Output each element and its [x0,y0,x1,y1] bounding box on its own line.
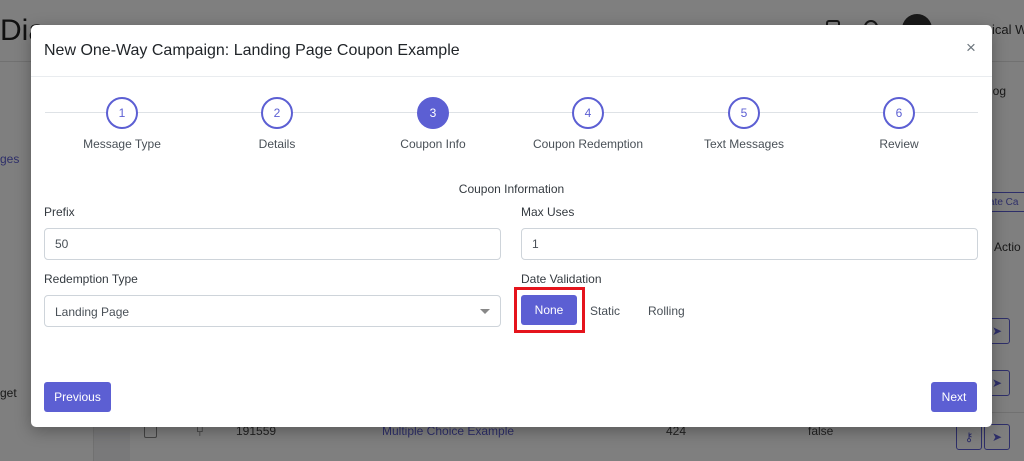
max-uses-label: Max Uses [521,205,575,219]
prefix-label: Prefix [44,205,75,219]
step-number: 6 [883,97,915,129]
chevron-down-icon [480,309,490,314]
date-validation-static-option[interactable]: Static [590,304,620,318]
prefix-input[interactable] [44,228,501,260]
step-coupon-info[interactable]: 3 Coupon Info [363,97,503,157]
step-number: 5 [728,97,760,129]
step-details[interactable]: 2 Details [207,97,347,157]
step-label: Coupon Redemption [532,137,644,151]
step-label: Text Messages [703,137,785,151]
step-review[interactable]: 6 Review [829,97,969,157]
date-validation-label: Date Validation [521,272,602,286]
step-number: 2 [261,97,293,129]
campaign-modal: New One-Way Campaign: Landing Page Coupo… [31,25,992,427]
step-label: Coupon Info [400,137,466,151]
close-icon[interactable]: × [963,38,979,58]
redemption-type-select[interactable]: Landing Page [44,295,501,327]
step-label: Message Type [83,137,161,151]
step-number: 3 [417,97,449,129]
step-message-type[interactable]: 1 Message Type [52,97,192,157]
max-uses-input[interactable] [521,228,978,260]
next-button[interactable]: Next [931,382,977,412]
step-text-messages[interactable]: 5 Text Messages [674,97,814,157]
redemption-type-label: Redemption Type [44,272,138,286]
modal-title: New One-Way Campaign: Landing Page Coupo… [44,42,460,59]
redemption-type-value: Landing Page [55,305,130,319]
step-coupon-redemption[interactable]: 4 Coupon Redemption [518,97,658,157]
previous-button[interactable]: Previous [44,382,111,412]
step-number: 1 [106,97,138,129]
date-validation-none-button[interactable]: None [521,295,577,325]
step-label: Details [258,137,296,151]
step-number: 4 [572,97,604,129]
date-validation-rolling-option[interactable]: Rolling [648,304,685,318]
step-label: Review [879,137,919,151]
modal-header: New One-Way Campaign: Landing Page Coupo… [31,25,992,77]
section-title: Coupon Information [458,182,565,196]
